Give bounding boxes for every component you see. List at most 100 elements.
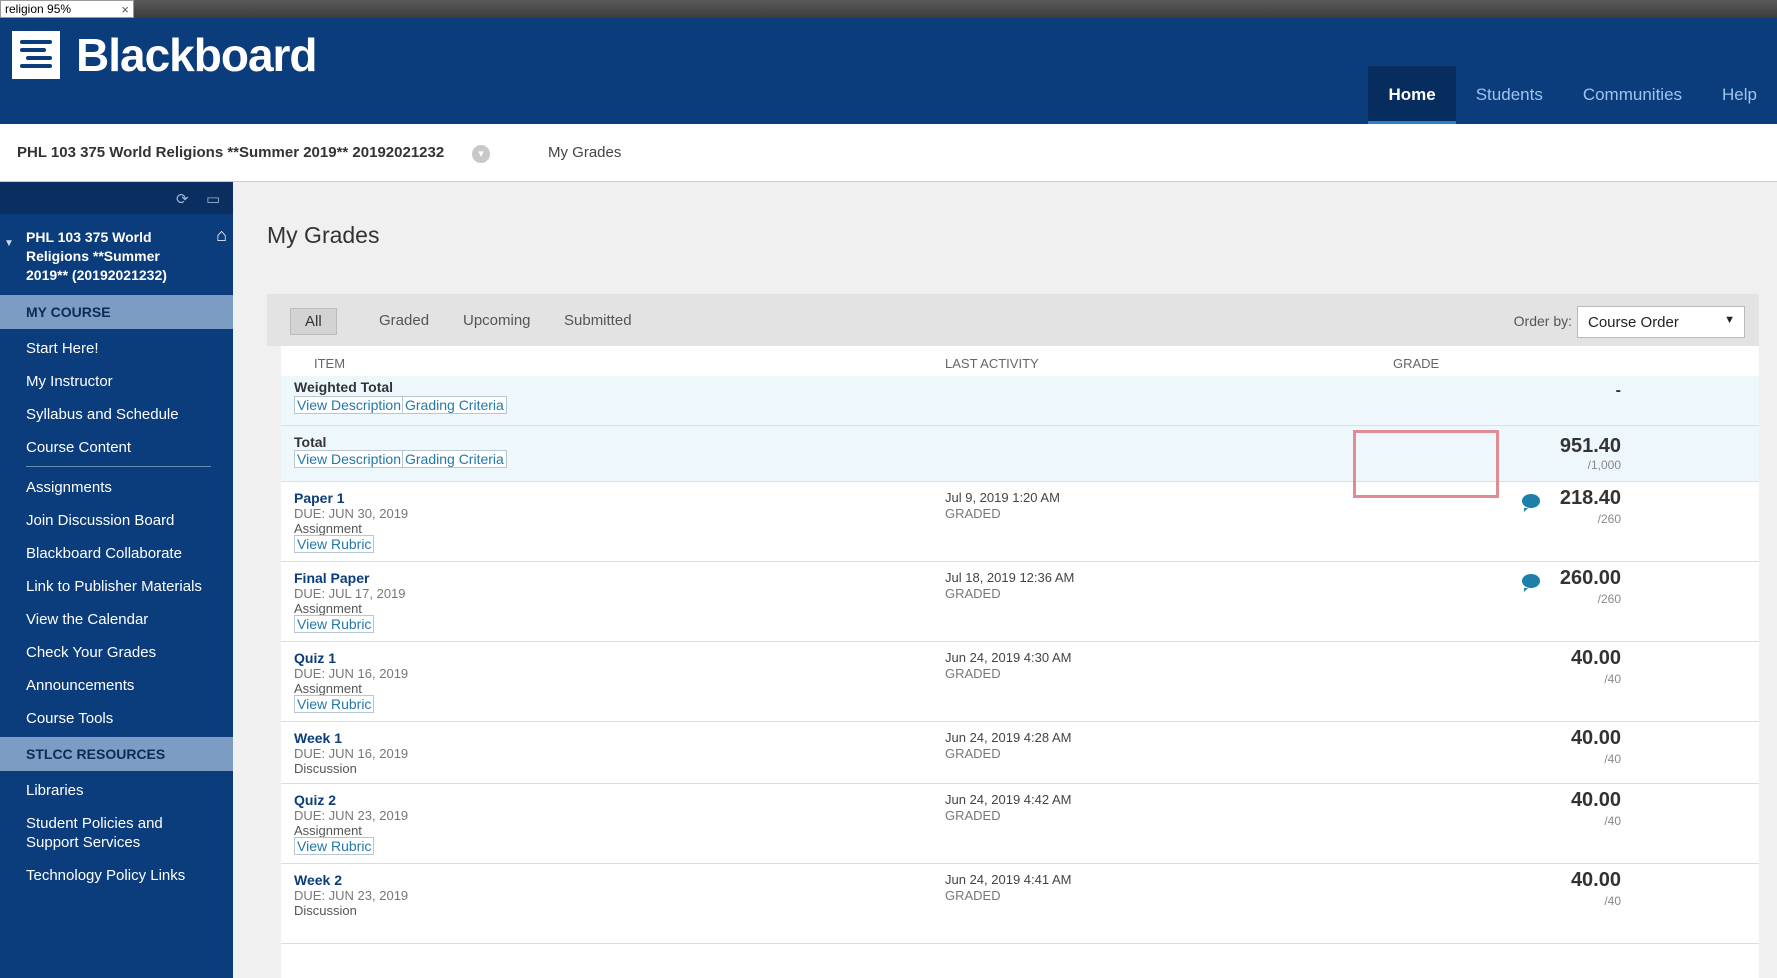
activity-date: Jul 18, 2019 12:36 AM [945,570,1075,585]
browser-tab-strip: religion 95% × [0,0,1777,18]
grade-filter-bar: All Graded Upcoming Submitted Order by: … [267,294,1759,346]
item-name[interactable]: Final Paper [294,570,369,586]
section-stlcc-resources: STLCC RESOURCES [0,737,233,771]
nav-students[interactable]: Students [1456,66,1563,124]
item-due: DUE: JUN 16, 2019 [294,666,409,681]
grade-value: 40.00 [1570,647,1621,669]
activity-status: GRADED [945,666,1001,681]
item-type: Assignment [294,601,362,616]
menu-item-student-policies[interactable]: Student Policies and Support Services [0,807,233,859]
item-name[interactable]: Quiz 1 [294,650,336,666]
grade-value: - [1615,382,1621,399]
menu-item-announcements[interactable]: Announcements [0,669,233,702]
nav-help[interactable]: Help [1702,66,1777,124]
menu-item-collaborate[interactable]: Blackboard Collaborate [0,537,233,570]
view-rubric-link[interactable]: View Rubric [294,695,375,713]
activity-status: GRADED [945,888,1001,903]
menu-item-course-content[interactable]: Course Content [0,431,233,464]
activity-status: GRADED [945,586,1001,601]
menu-item-technology-policy[interactable]: Technology Policy Links [0,859,233,892]
course-menu-tools: ⟳ ▭ [0,182,233,214]
menu-item-check-grades[interactable]: Check Your Grades [0,636,233,669]
order-by-select[interactable]: Course Order ▼ [1577,306,1745,338]
grade-row: Week 1 DUE: JUN 16, 2019 Discussion Jun … [281,722,1759,784]
item-type: Assignment [294,521,362,536]
item-type: Discussion [294,903,357,918]
activity-date: Jun 24, 2019 4:30 AM [945,650,1072,665]
grade-max: /40 [1604,752,1621,766]
item-name: Total [294,434,327,450]
grade-max: /40 [1604,672,1621,686]
view-description-link[interactable]: View Description [294,396,405,414]
grade-value: 40.00 [1570,869,1621,891]
view-rubric-link[interactable]: View Rubric [294,535,375,553]
main-content: My Grades All Graded Upcoming Submitted … [233,182,1777,978]
menu-item-start-here[interactable]: Start Here! [0,332,233,365]
menu-item-assignments[interactable]: Assignments [0,471,233,504]
filter-all[interactable]: All [290,308,337,335]
item-name[interactable]: Paper 1 [294,490,345,506]
view-rubric-link[interactable]: View Rubric [294,837,375,855]
breadcrumb-current: My Grades [548,144,622,161]
filter-submitted[interactable]: Submitted [550,308,646,333]
grade-max: /260 [1597,592,1621,606]
tab-close-icon[interactable]: × [121,2,129,17]
browser-tab-title: religion 95% [5,2,72,16]
course-menu: ⟳ ▭ ▼ PHL 103 375 World Religions **Summ… [0,182,233,978]
activity-date: Jun 24, 2019 4:42 AM [945,792,1072,807]
page-title: My Grades [267,222,380,248]
menu-item-calendar[interactable]: View the Calendar [0,603,233,636]
comment-icon[interactable] [1522,494,1540,512]
grade-max: /40 [1604,814,1621,828]
header: Blackboard Home Students Communities Hel… [0,18,1777,124]
refresh-icon[interactable]: ⟳ [176,190,189,208]
top-nav: Home Students Communities Help [1368,66,1777,124]
folder-icon[interactable]: ▭ [206,190,220,208]
comment-icon[interactable] [1522,574,1540,592]
breadcrumb-course[interactable]: PHL 103 375 World Religions **Summer 201… [17,144,444,161]
activity-date: Jun 24, 2019 4:41 AM [945,872,1072,887]
item-type: Assignment [294,823,362,838]
nav-home[interactable]: Home [1368,66,1456,124]
grade-value: 951.40 [1559,435,1621,457]
blackboard-logo[interactable]: Blackboard [12,28,318,82]
course-menu-title[interactable]: ▼ PHL 103 375 World Religions **Summer 2… [0,214,233,293]
item-due: DUE: JUN 23, 2019 [294,888,409,903]
item-name[interactable]: Quiz 2 [294,792,336,808]
menu-item-libraries[interactable]: Libraries [0,774,233,807]
view-description-link[interactable]: View Description [294,450,405,468]
menu-item-publisher-materials[interactable]: Link to Publisher Materials [0,570,233,603]
summary-row-weighted-total: Weighted Total View Description Grading … [281,376,1759,426]
browser-tab[interactable]: religion 95% × [0,0,134,18]
chevron-down-icon[interactable]: ▾ [472,145,490,163]
nav-communities[interactable]: Communities [1563,66,1702,124]
grade-row: Quiz 2 DUE: JUN 23, 2019 Assignment View… [281,784,1759,864]
grade-value: 40.00 [1570,727,1621,749]
grading-criteria-link[interactable]: Grading Criteria [402,396,507,414]
grade-row: Quiz 1 DUE: JUN 16, 2019 Assignment View… [281,642,1759,722]
activity-status: GRADED [945,506,1001,521]
menu-item-discussion-board[interactable]: Join Discussion Board [0,504,233,537]
grade-value: 40.00 [1570,789,1621,811]
collapse-icon[interactable]: ▼ [4,234,14,253]
home-icon[interactable]: ⌂ [216,226,227,245]
dropdown-arrow-icon: ▼ [1724,314,1735,326]
column-header-activity: LAST ACTIVITY [945,356,1039,371]
column-header-grade: GRADE [1393,356,1440,371]
filter-graded[interactable]: Graded [365,308,443,333]
column-header-item: ITEM [314,356,346,371]
menu-divider [26,466,211,467]
menu-item-syllabus[interactable]: Syllabus and Schedule [0,398,233,431]
view-rubric-link[interactable]: View Rubric [294,615,375,633]
item-name[interactable]: Week 2 [294,872,342,888]
grading-criteria-link[interactable]: Grading Criteria [402,450,507,468]
filter-upcoming[interactable]: Upcoming [449,308,545,333]
grade-row: Paper 1 DUE: JUN 30, 2019 Assignment Vie… [281,482,1759,562]
activity-date: Jun 24, 2019 4:28 AM [945,730,1072,745]
logo-text: Blackboard [76,29,318,81]
grade-value: 218.40 [1559,487,1621,509]
menu-item-course-tools[interactable]: Course Tools [0,702,233,735]
grade-row: Final Paper DUE: JUL 17, 2019 Assignment… [281,562,1759,642]
item-name[interactable]: Week 1 [294,730,342,746]
menu-item-my-instructor[interactable]: My Instructor [0,365,233,398]
